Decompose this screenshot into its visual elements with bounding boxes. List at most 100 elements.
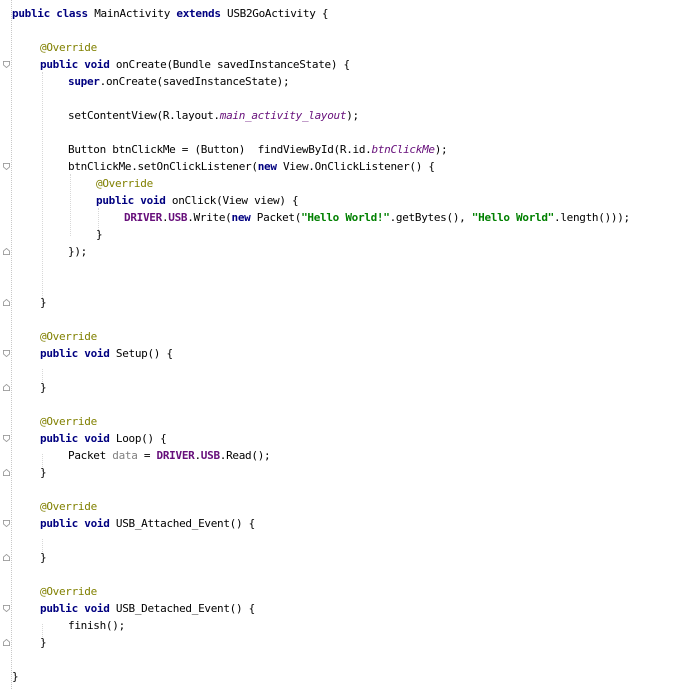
code-line[interactable]: setContentView(R.layout.main_activity_la… [0, 107, 686, 124]
code-token: USB2GoActivity { [227, 7, 329, 20]
code-token: btnClickMe.setOnClickListener( [68, 160, 258, 173]
code-token: @Override [40, 415, 97, 428]
code-text: public void Setup() { [40, 345, 173, 362]
code-line[interactable]: } [0, 464, 686, 481]
code-line[interactable]: } [0, 549, 686, 566]
code-token: "Hello World!" [301, 211, 390, 224]
fold-collapse-icon[interactable] [3, 605, 10, 612]
code-line[interactable]: public void USB_Attached_Event() { [0, 515, 686, 532]
code-text: finish(); [68, 617, 125, 634]
code-text: public void Loop() { [40, 430, 167, 447]
code-text: } [40, 379, 47, 396]
code-token: super [68, 75, 100, 88]
code-text: }); [68, 243, 87, 260]
code-text: @Override [40, 328, 97, 345]
fold-end-icon[interactable] [3, 248, 10, 255]
code-text: } [40, 549, 47, 566]
fold-collapse-icon[interactable] [3, 435, 10, 442]
fold-end-icon[interactable] [3, 384, 10, 391]
code-line[interactable]: } [0, 634, 686, 651]
code-token: public void [40, 58, 116, 71]
code-token: DRIVER [156, 449, 195, 462]
code-token: Setup() { [115, 347, 173, 360]
fold-end-icon[interactable] [3, 639, 10, 646]
code-text: } [96, 226, 103, 243]
code-line[interactable] [0, 362, 686, 379]
code-line[interactable]: @Override [0, 39, 686, 56]
code-token: } [40, 466, 47, 479]
code-line[interactable]: finish(); [0, 617, 686, 634]
code-token: .Read(); [219, 449, 271, 462]
code-token: Loop() { [115, 432, 167, 445]
code-line[interactable]: } [0, 294, 686, 311]
code-line[interactable]: @Override [0, 583, 686, 600]
code-line[interactable]: @Override [0, 413, 686, 430]
code-line[interactable] [0, 124, 686, 141]
code-line[interactable] [0, 481, 686, 498]
code-text: @Override [40, 39, 97, 56]
code-line[interactable]: Button btnClickMe = (Button) findViewByI… [0, 141, 686, 158]
code-line[interactable] [0, 396, 686, 413]
code-line[interactable]: } [0, 379, 686, 396]
code-line[interactable]: public class MainActivity extends USB2Go… [0, 5, 686, 22]
code-token: } [40, 381, 47, 394]
code-line[interactable]: public void Loop() { [0, 430, 686, 447]
fold-collapse-icon[interactable] [3, 61, 10, 68]
code-line[interactable]: Packet data = DRIVER.USB.Read(); [0, 447, 686, 464]
code-text: super.onCreate(savedInstanceState); [68, 73, 290, 90]
code-token: DRIVER [124, 211, 162, 224]
code-line[interactable]: public void USB_Detached_Event() { [0, 600, 686, 617]
code-line[interactable] [0, 90, 686, 107]
code-line[interactable]: @Override [0, 328, 686, 345]
code-token: USB_Attached_Event() { [115, 517, 255, 530]
code-line[interactable] [0, 260, 686, 277]
code-text: @Override [40, 413, 97, 430]
code-line[interactable]: public void Setup() { [0, 345, 686, 362]
code-token: = [137, 449, 157, 462]
code-token: @Override [96, 177, 153, 190]
code-line[interactable]: DRIVER.USB.Write(new Packet("Hello World… [0, 209, 686, 226]
code-token: setContentView(R.layout. [68, 109, 220, 122]
code-token: } [96, 228, 103, 241]
code-line[interactable] [0, 566, 686, 583]
code-token: .onCreate(savedInstanceState); [99, 75, 290, 88]
code-line[interactable]: @Override [0, 175, 686, 192]
code-token: onCreate(Bundle savedInstanceState) { [115, 58, 350, 71]
code-text: DRIVER.USB.Write(new Packet("Hello World… [124, 209, 630, 226]
code-token: new [231, 211, 257, 224]
code-token: MainActivity [94, 7, 177, 20]
fold-collapse-icon[interactable] [3, 520, 10, 527]
code-token: Button btnClickMe = (Button) findViewByI… [68, 143, 372, 156]
code-token: USB [168, 211, 188, 224]
code-line[interactable]: btnClickMe.setOnClickListener(new View.O… [0, 158, 686, 175]
code-line[interactable] [0, 277, 686, 294]
fold-collapse-icon[interactable] [3, 350, 10, 357]
code-text: @Override [96, 175, 153, 192]
code-token: public void [96, 194, 172, 207]
code-line[interactable]: super.onCreate(savedInstanceState); [0, 73, 686, 90]
code-editor[interactable]: public class MainActivity extends USB2Go… [0, 0, 686, 689]
code-line[interactable] [0, 532, 686, 549]
code-token: main_activity_layout [219, 109, 347, 122]
code-token: public void [40, 347, 116, 360]
fold-collapse-icon[interactable] [3, 163, 10, 170]
code-token: }); [68, 245, 87, 258]
code-token: public void [40, 602, 116, 615]
code-line[interactable]: } [0, 226, 686, 243]
code-line[interactable] [0, 651, 686, 668]
code-line[interactable]: public void onCreate(Bundle savedInstanc… [0, 56, 686, 73]
code-token: .Write( [187, 211, 232, 224]
code-line[interactable] [0, 22, 686, 39]
code-text: public class MainActivity extends USB2Go… [12, 5, 328, 22]
fold-end-icon[interactable] [3, 299, 10, 306]
code-line[interactable]: public void onClick(View view) { [0, 192, 686, 209]
fold-end-icon[interactable] [3, 554, 10, 561]
code-line[interactable]: @Override [0, 498, 686, 515]
code-line[interactable]: } [0, 668, 686, 685]
code-text: } [40, 294, 47, 311]
code-token: } [40, 551, 47, 564]
code-line[interactable]: }); [0, 243, 686, 260]
code-line[interactable] [0, 311, 686, 328]
fold-end-icon[interactable] [3, 469, 10, 476]
code-token: new [257, 160, 283, 173]
